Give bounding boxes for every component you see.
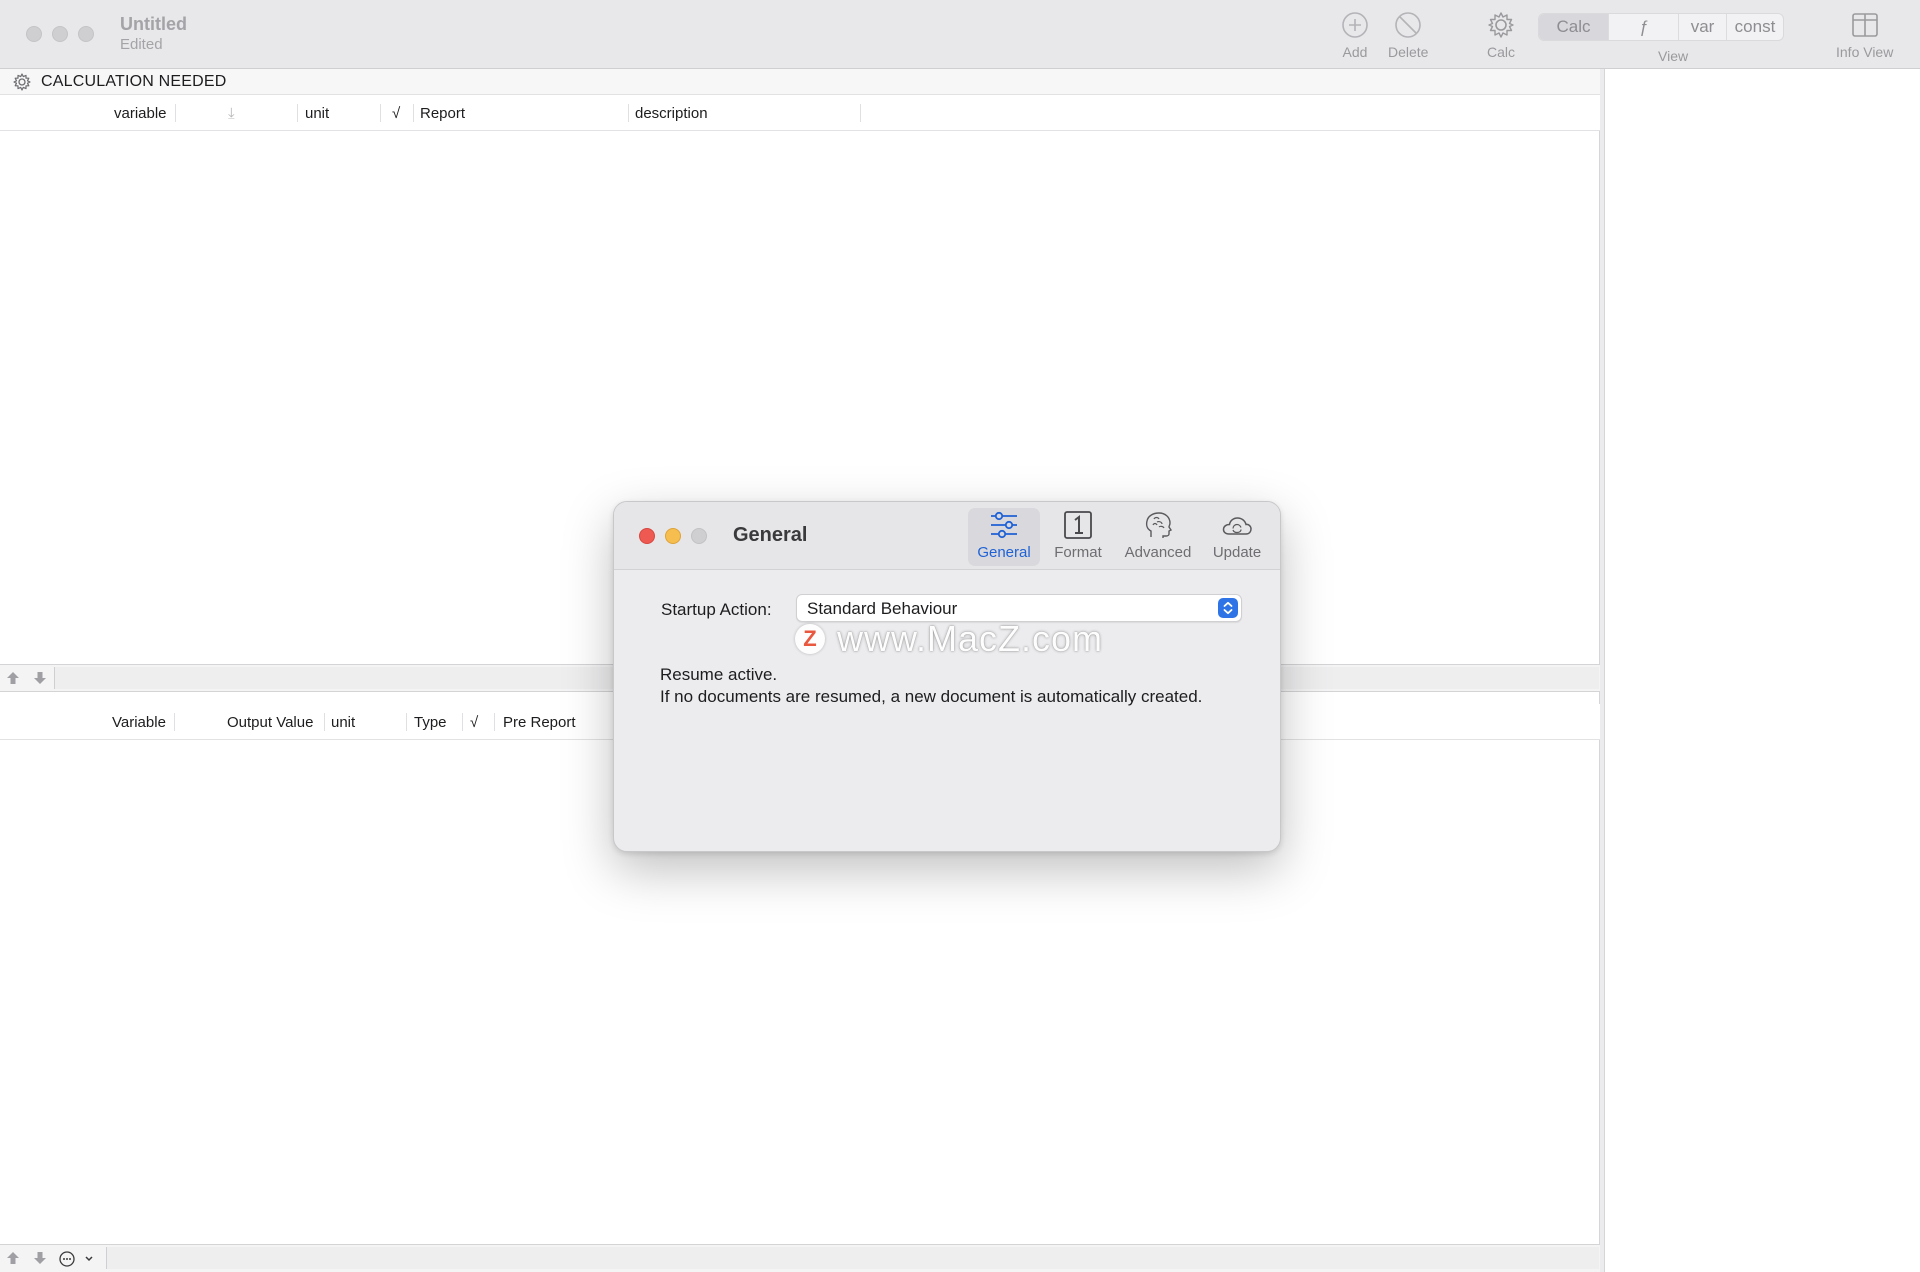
column-separator <box>174 713 175 731</box>
info-view-label: Info View <box>1836 44 1894 60</box>
column-header-check[interactable]: √ <box>470 704 478 740</box>
column-header-import-icon[interactable]: ⤓ <box>228 95 235 131</box>
column-header-type[interactable]: Type <box>414 704 447 740</box>
gear-icon <box>1488 12 1514 38</box>
view-segmented-control[interactable]: Calc ƒ var const <box>1538 13 1784 41</box>
tab-update[interactable]: Update <box>1204 508 1270 566</box>
tab-format[interactable]: Format <box>1046 508 1110 566</box>
window-close-button[interactable] <box>26 26 42 42</box>
tab-update-label: Update <box>1212 544 1262 561</box>
output-filter-field[interactable] <box>106 1247 1599 1269</box>
gear-icon[interactable] <box>12 72 32 92</box>
brain-head-icon <box>1145 512 1173 538</box>
output-table-controls <box>0 1244 1600 1272</box>
add-button[interactable]: Add <box>1340 10 1370 60</box>
view-segment-calc[interactable]: Calc <box>1539 14 1609 40</box>
column-header-pre-report[interactable]: Pre Report <box>503 704 576 740</box>
tab-general-label: General <box>977 544 1031 561</box>
view-label: View <box>1658 48 1689 64</box>
more-options-icon[interactable] <box>58 1250 96 1268</box>
column-header-check[interactable]: √ <box>392 95 400 131</box>
watermark-text: www.MacZ.com <box>837 618 1104 659</box>
column-header-description[interactable]: description <box>635 95 708 131</box>
window-minimize-button[interactable] <box>52 26 68 42</box>
calc-button[interactable]: Calc <box>1486 10 1516 60</box>
preferences-dialog: General General Format Advanced Update S… <box>613 501 1281 852</box>
tab-general[interactable]: General <box>968 508 1040 566</box>
delete-button-label: Delete <box>1388 44 1429 60</box>
view-segment-const[interactable]: const <box>1727 14 1783 40</box>
view-segment-function[interactable]: ƒ <box>1609 14 1679 40</box>
startup-info-line-2: If no documents are resumed, a new docum… <box>660 687 1203 706</box>
window-toolbar: Untitled Edited Add Delete Calc Calc ƒ v… <box>0 0 1920 69</box>
watermark: Z www.MacZ.com <box>795 618 1103 660</box>
move-down-icon[interactable] <box>33 671 47 685</box>
startup-action-value: Standard Behaviour <box>807 599 958 618</box>
input-table-header: variable ⤓ unit √ Report description <box>0 95 1600 131</box>
tab-format-label: Format <box>1054 544 1102 561</box>
delete-button[interactable]: Delete <box>1388 10 1428 60</box>
plus-circle-icon <box>1342 12 1368 38</box>
add-button-label: Add <box>1342 44 1368 60</box>
cloud-icon <box>1222 517 1252 535</box>
move-up-icon[interactable] <box>6 1251 20 1265</box>
startup-info-line-1: Resume active. <box>660 665 778 684</box>
column-header-unit[interactable]: unit <box>305 95 329 131</box>
column-separator <box>494 713 495 731</box>
calculation-status-text: CALCULATION NEEDED <box>41 72 227 90</box>
column-header-variable[interactable]: variable <box>114 95 167 131</box>
column-separator <box>406 713 407 731</box>
watermark-logo: Z <box>795 624 825 654</box>
calc-button-label: Calc <box>1486 44 1515 60</box>
tab-advanced-label: Advanced <box>1124 544 1192 561</box>
column-separator <box>462 713 463 731</box>
column-separator <box>297 104 298 122</box>
dialog-zoom-button[interactable] <box>691 528 707 544</box>
tab-advanced[interactable]: Advanced <box>1118 508 1198 566</box>
dialog-close-button[interactable] <box>639 528 655 544</box>
column-separator <box>860 104 861 122</box>
dialog-minimize-button[interactable] <box>665 528 681 544</box>
column-separator <box>413 104 414 122</box>
move-down-icon[interactable] <box>33 1251 47 1265</box>
number-one-box-icon <box>1064 511 1092 539</box>
sliders-icon <box>991 511 1017 539</box>
column-header-unit[interactable]: unit <box>331 704 355 740</box>
column-separator <box>175 104 176 122</box>
column-separator <box>324 713 325 731</box>
window-zoom-button[interactable] <box>78 26 94 42</box>
document-status: Edited <box>120 36 163 53</box>
startup-action-label: Startup Action: <box>661 600 772 619</box>
dialog-title: General <box>733 524 808 546</box>
sidebar-right-icon <box>1851 13 1878 37</box>
column-header-report[interactable]: Report <box>420 95 465 131</box>
view-segment-var[interactable]: var <box>1679 14 1727 40</box>
chevron-updown-icon <box>1218 598 1238 618</box>
column-separator <box>380 104 381 122</box>
info-view-button[interactable]: Info View <box>1836 10 1893 60</box>
document-title: Untitled <box>120 14 187 34</box>
move-up-icon[interactable] <box>6 671 20 685</box>
column-header-output-value[interactable]: Output Value <box>227 704 313 740</box>
column-header-variable[interactable]: Variable <box>112 704 166 740</box>
dialog-toolbar: General General Format Advanced Update <box>614 502 1280 570</box>
calculation-status-bar: CALCULATION NEEDED <box>0 69 1600 95</box>
prohibit-icon <box>1395 12 1422 38</box>
info-view-pane <box>1604 69 1920 1272</box>
column-separator <box>628 104 629 122</box>
